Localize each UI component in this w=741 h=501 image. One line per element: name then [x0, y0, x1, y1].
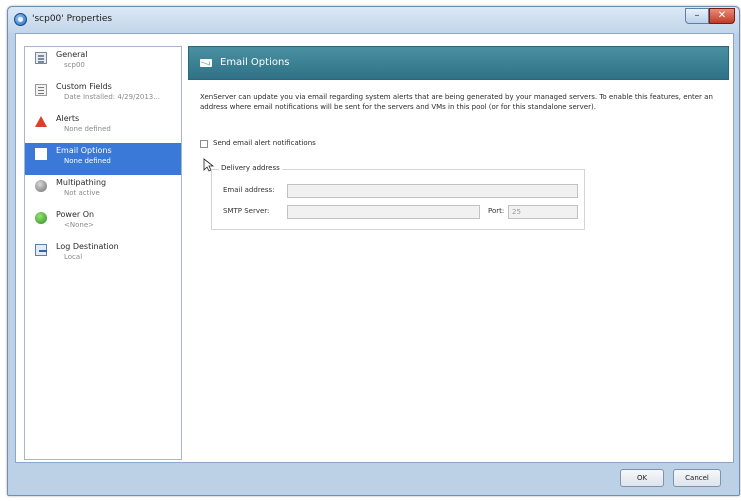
- power-on-icon: [35, 212, 47, 224]
- sidebar-item-label: Alerts: [56, 114, 80, 123]
- xenserver-icon: [14, 13, 27, 26]
- sidebar-item-general[interactable]: General scp00: [25, 47, 181, 79]
- properties-window: 'scp00' Properties – ✕ General scp00 Cus…: [7, 6, 740, 496]
- sidebar-item-subtext: Date Installed: 4/29/2013...: [64, 93, 160, 101]
- sidebar-item-label: Custom Fields: [56, 82, 112, 91]
- sidebar-item-label: Multipathing: [56, 178, 107, 187]
- sidebar-item-subtext: Not active: [64, 189, 100, 197]
- email-options-panel: Email Options XenServer can update you v…: [188, 46, 729, 460]
- send-alerts-label[interactable]: Send email alert notifications: [213, 139, 316, 147]
- cancel-button[interactable]: Cancel: [673, 469, 721, 487]
- sidebar-item-subtext: <None>: [64, 221, 94, 229]
- email-address-input[interactable]: [287, 184, 578, 198]
- custom-fields-icon: [35, 84, 47, 96]
- sidebar-item-custom-fields[interactable]: Custom Fields Date Installed: 4/29/2013.…: [25, 79, 181, 111]
- sidebar-item-label: Power On: [56, 210, 95, 219]
- panel-title: Email Options: [220, 57, 290, 68]
- dialog-content: General scp00 Custom Fields Date Install…: [15, 33, 734, 463]
- envelope-icon: [200, 59, 212, 67]
- sidebar-item-label: General: [56, 50, 88, 59]
- sidebar-item-multipathing[interactable]: Multipathing Not active: [25, 175, 181, 207]
- email-icon: [35, 148, 47, 160]
- alert-icon: [35, 116, 47, 127]
- settings-sidebar: General scp00 Custom Fields Date Install…: [24, 46, 182, 460]
- general-icon: [35, 52, 47, 64]
- sidebar-item-subtext: None defined: [64, 125, 111, 133]
- send-alerts-checkbox[interactable]: [200, 140, 208, 148]
- delivery-address-title: Delivery address: [219, 164, 282, 172]
- sidebar-item-email-options[interactable]: Email Options None defined: [25, 143, 181, 175]
- description-text: XenServer can update you via email regar…: [200, 93, 713, 111]
- port-input[interactable]: 25: [508, 205, 578, 219]
- log-destination-icon: [35, 244, 47, 256]
- smtp-server-label: SMTP Server:: [223, 207, 270, 215]
- title-bar[interactable]: 'scp00' Properties – ✕: [8, 7, 739, 33]
- window-title: 'scp00' Properties: [32, 14, 113, 24]
- sidebar-item-label: Email Options: [56, 146, 112, 155]
- sidebar-item-log-destination[interactable]: Log Destination Local: [25, 239, 181, 271]
- email-address-label: Email address:: [223, 186, 275, 194]
- smtp-server-input[interactable]: [287, 205, 480, 219]
- sidebar-item-power-on[interactable]: Power On <None>: [25, 207, 181, 239]
- port-label: Port:: [488, 207, 505, 215]
- panel-header: Email Options: [188, 46, 729, 80]
- multipathing-icon: [35, 180, 47, 192]
- delivery-address-group: [211, 169, 585, 230]
- sidebar-item-subtext: Local: [64, 253, 83, 261]
- sidebar-item-subtext: scp00: [64, 61, 85, 69]
- sidebar-item-label: Log Destination: [56, 242, 119, 251]
- minimize-button[interactable]: –: [685, 8, 709, 24]
- close-button[interactable]: ✕: [709, 8, 735, 24]
- sidebar-item-subtext: None defined: [64, 157, 111, 165]
- ok-button[interactable]: OK: [620, 469, 664, 487]
- sidebar-item-alerts[interactable]: Alerts None defined: [25, 111, 181, 143]
